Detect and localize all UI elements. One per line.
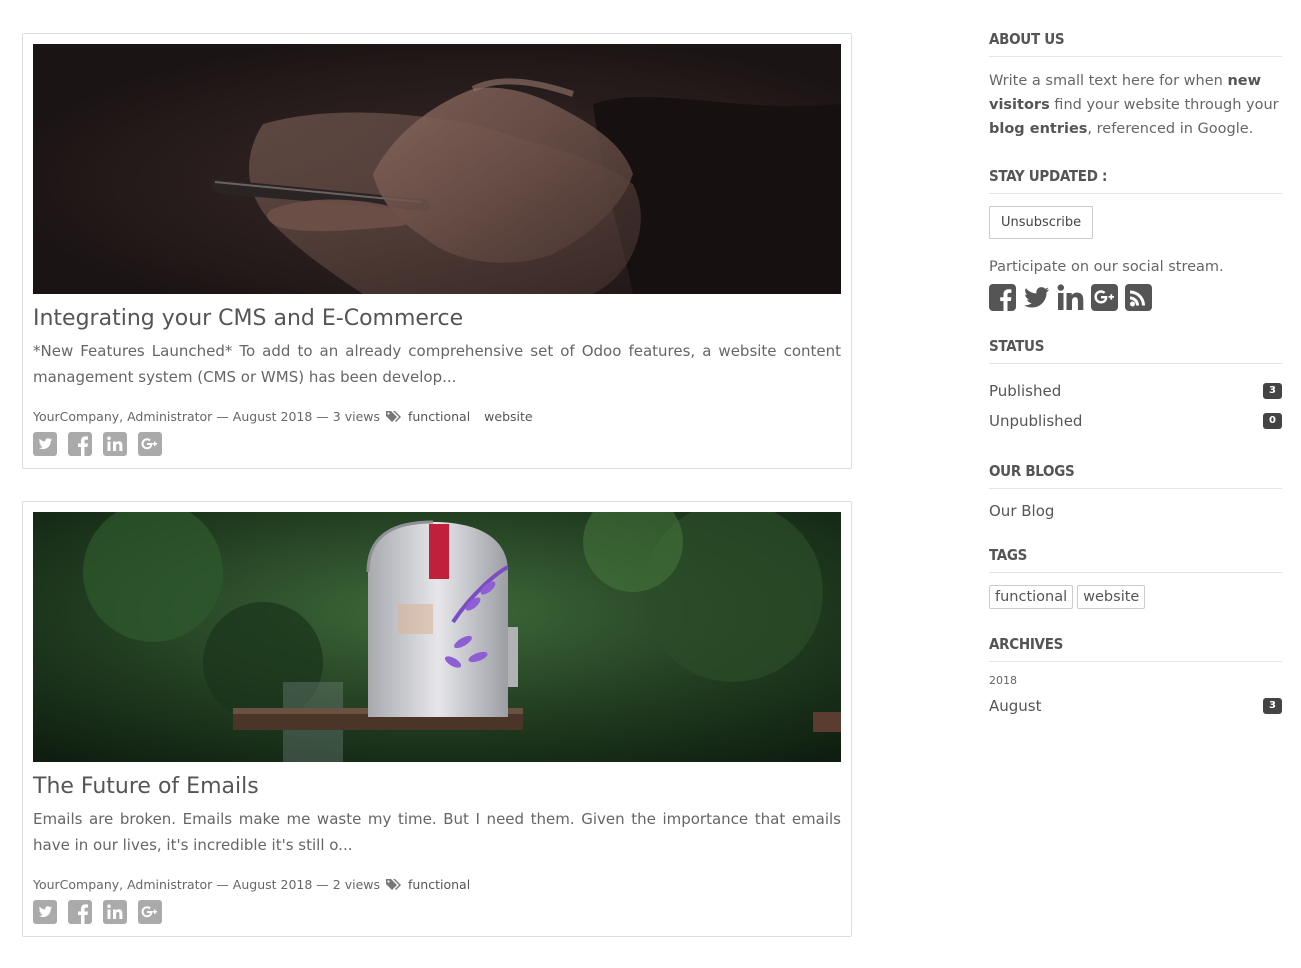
post-teaser: *New Features Launched* To add to an alr… [33,342,841,386]
twitter-icon[interactable] [1023,283,1050,311]
status-label: Unpublished [989,412,1083,430]
about-text-part: , referenced in Google. [1087,121,1254,137]
post-tag-link[interactable]: website [484,409,532,424]
section-heading: STAY UPDATED : [989,167,1282,194]
post-meta: YourCompany, Administrator — August 2018… [33,876,841,894]
section-heading: STATUS [989,337,1282,364]
archive-month-label: August [989,697,1042,715]
tags-icon [386,879,401,890]
blog-link[interactable]: Our Blog [989,502,1054,520]
about-text-part: find your website through your [1049,97,1279,113]
count-badge: 0 [1263,413,1282,429]
stay-updated-section: STAY UPDATED : Unsubscribe Participate o… [989,167,1282,311]
linkedin-icon[interactable] [103,900,127,924]
post-title[interactable]: The Future of Emails [33,774,841,800]
post-date: August 2018 [232,877,313,892]
twitter-icon[interactable] [33,900,57,924]
share-row [33,900,841,926]
meta-separator: — [216,409,229,424]
section-heading: ARCHIVES [989,635,1282,662]
status-item[interactable]: Published 3 [989,376,1282,406]
post-date: August 2018 [232,409,313,424]
post-list: Integrating your CMS and E-Commerce *New… [22,33,852,968]
blog-page: Integrating your CMS and E-Commerce *New… [0,0,1301,968]
tag-list: functional website [989,585,1282,609]
sidebar: ABOUT US Write a small text here for whe… [989,30,1282,747]
post-views: 2 views [332,877,381,892]
status-label: Published [989,382,1062,400]
post-card: Integrating your CMS and E-Commerce *New… [22,33,852,469]
meta-separator: — [316,409,329,424]
rss-icon[interactable] [1125,283,1152,311]
facebook-icon[interactable] [989,283,1016,311]
social-stream-text: Participate on our social stream. [989,259,1224,275]
post-cover-image[interactable] [33,512,841,762]
tags-section: TAGS functional website [989,546,1282,609]
meta-separator: — [316,877,329,892]
post-card: The Future of Emails Emails are broken. … [22,501,852,937]
post-title[interactable]: Integrating your CMS and E-Commerce [33,306,841,332]
archive-year: 2018 [989,674,1017,687]
count-badge: 3 [1263,383,1282,399]
google-plus-icon[interactable] [138,432,162,456]
tag-pill[interactable]: functional [989,585,1074,609]
status-item[interactable]: Unpublished 0 [989,406,1282,436]
about-text-bold: blog entries [989,121,1088,137]
post-author: YourCompany, Administrator [33,409,213,424]
linkedin-icon[interactable] [1057,283,1084,311]
tag-pill[interactable]: website [1077,585,1146,609]
post-tag-link[interactable]: functional [408,409,470,424]
count-badge: 3 [1263,698,1282,714]
status-section: STATUS Published 3 Unpublished 0 [989,337,1282,436]
post-tag-link[interactable]: functional [408,877,470,892]
social-links [989,283,1282,311]
tags-icon [386,411,401,422]
meta-separator: — [216,877,229,892]
facebook-icon[interactable] [68,432,92,456]
about-section: ABOUT US Write a small text here for whe… [989,30,1282,141]
post-cover-image[interactable] [33,44,841,294]
share-row [33,432,841,458]
post-views: 3 views [332,409,381,424]
linkedin-icon[interactable] [103,432,127,456]
our-blogs-section: OUR BLOGS Our Blog [989,462,1282,520]
about-text-part: Write a small text here for when [989,73,1228,89]
section-heading: ABOUT US [989,30,1282,57]
about-text: Write a small text here for when new vis… [989,69,1282,141]
facebook-icon[interactable] [68,900,92,924]
twitter-icon[interactable] [33,432,57,456]
archive-month[interactable]: August 3 [989,691,1282,721]
google-plus-icon[interactable] [138,900,162,924]
section-heading: TAGS [989,546,1282,573]
post-author: YourCompany, Administrator [33,877,213,892]
post-teaser: Emails are broken. Emails make me waste … [33,810,841,854]
unsubscribe-button[interactable]: Unsubscribe [989,206,1094,239]
post-meta: YourCompany, Administrator — August 2018… [33,408,841,426]
google-plus-icon[interactable] [1091,283,1118,311]
archives-section: ARCHIVES 2018 August 3 [989,635,1282,721]
section-heading: OUR BLOGS [989,462,1282,489]
